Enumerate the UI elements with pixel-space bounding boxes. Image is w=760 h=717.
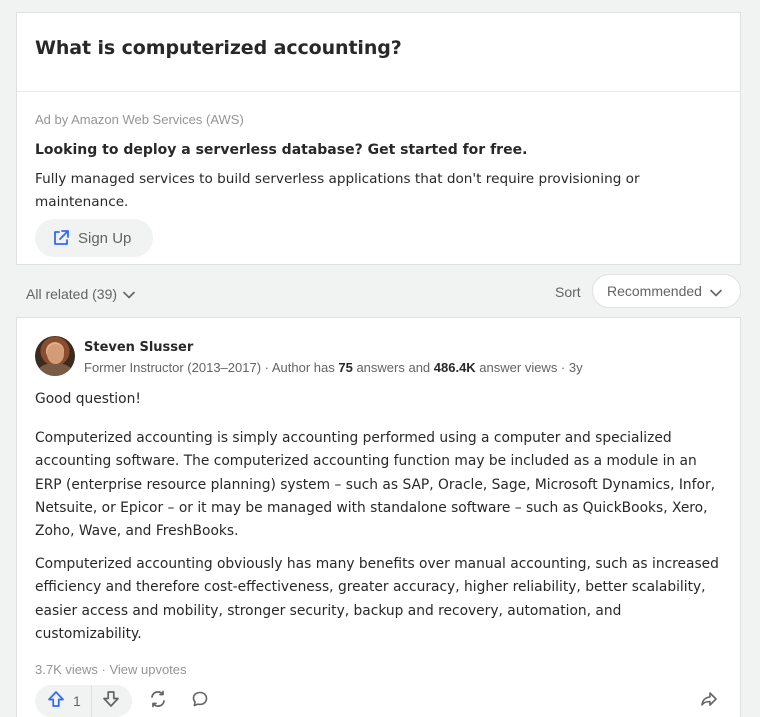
share-reshare-button[interactable]	[142, 685, 174, 717]
credential-suffix: answer views ·	[475, 360, 569, 375]
views-separator: ·	[97, 662, 110, 677]
author-name[interactable]: Steven Slusser	[84, 340, 583, 355]
related-bar: All related (39) Sort Recommended	[0, 265, 760, 317]
answer-paragraph: Good question!	[35, 391, 141, 407]
reshare-icon	[148, 689, 168, 713]
sign-up-button[interactable]: Sign Up	[35, 219, 154, 257]
answers-count: 75	[338, 360, 353, 375]
upvote-button[interactable]: 1	[35, 685, 92, 717]
credential-mid: answers and	[352, 360, 434, 375]
upvote-count: 1	[73, 693, 81, 709]
question-title[interactable]: What is computerized accounting?	[35, 37, 740, 59]
share-arrow-icon	[699, 689, 719, 713]
sort-dropdown[interactable]: Recommended	[592, 274, 741, 308]
question-header: What is computerized accounting?	[17, 13, 740, 92]
question-card: What is computerized accounting? Ad by A…	[16, 12, 741, 265]
sort-label: Sort	[555, 284, 581, 300]
author-credential: Former Instructor (2013–2017) · Author h…	[84, 360, 583, 375]
answer-card: Steven Slusser Former Instructor (2013–2…	[16, 317, 741, 717]
external-link-icon	[51, 228, 71, 248]
share-button[interactable]	[693, 685, 725, 717]
chevron-down-icon	[710, 282, 722, 301]
views-count: 3.7K views	[35, 662, 98, 677]
comment-bubble-icon	[190, 689, 210, 713]
answer-body: Good question! Computerized accounting i…	[35, 388, 725, 656]
sign-up-label: Sign Up	[78, 229, 132, 247]
vote-pill: 1	[35, 685, 132, 717]
answer-age[interactable]: 3y	[569, 360, 583, 375]
view-upvotes-link[interactable]: View upvotes	[109, 662, 186, 677]
ad-label: Ad by Amazon Web Services (AWS)	[35, 112, 244, 127]
views-line: 3.7K views · View upvotes	[35, 662, 187, 677]
upvote-arrow-icon	[47, 690, 65, 712]
downvote-button[interactable]	[92, 685, 132, 717]
answer-paragraph: Computerized accounting obviously has ma…	[35, 556, 719, 642]
chevron-down-icon	[123, 284, 135, 303]
all-related-label: All related (39)	[26, 285, 118, 302]
sort-value: Recommended	[607, 283, 702, 299]
ad-headline[interactable]: Looking to deploy a serverless database?…	[35, 142, 740, 158]
credential-prefix: Former Instructor (2013–2017) · Author h…	[84, 360, 339, 375]
answer-paragraph: Computerized accounting is simply accoun…	[35, 430, 716, 540]
author-meta: Steven Slusser Former Instructor (2013–2…	[84, 336, 583, 376]
answer-views-count: 486.4K	[433, 360, 476, 375]
all-related-dropdown[interactable]: All related (39)	[26, 284, 135, 303]
ad-body: Fully managed services to build serverle…	[35, 171, 640, 210]
comment-button[interactable]	[184, 685, 216, 717]
downvote-arrow-icon	[102, 690, 120, 712]
avatar[interactable]	[35, 336, 75, 376]
author-row: Steven Slusser Former Instructor (2013–2…	[35, 336, 583, 376]
ad-block: Ad by Amazon Web Services (AWS) Looking …	[17, 92, 740, 214]
answer-actions: 1	[35, 685, 725, 717]
